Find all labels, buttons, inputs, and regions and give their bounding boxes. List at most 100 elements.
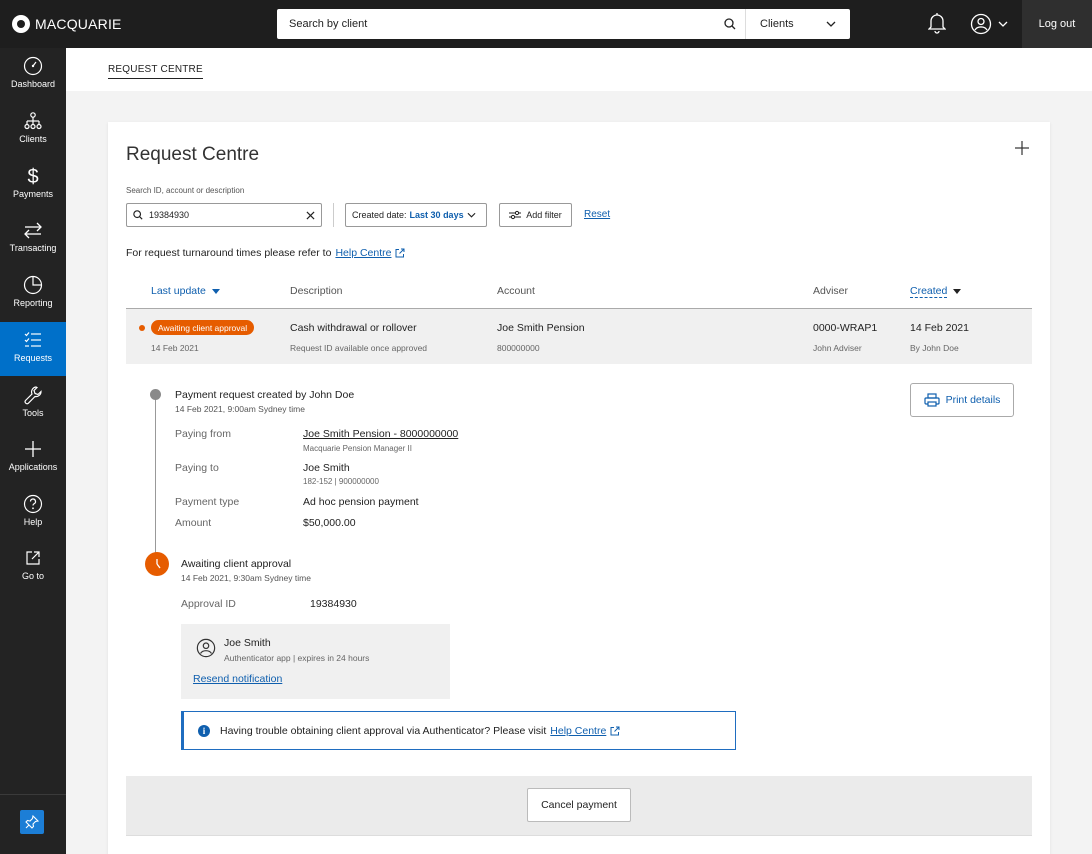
event-time: 14 Feb 2021, 9:30am Sydney time xyxy=(181,573,311,583)
paying-to-sub: 182-152 | 900000000 xyxy=(303,477,379,486)
column-header-last-update[interactable]: Last update xyxy=(151,285,220,297)
sidebar-item-help[interactable]: Help xyxy=(0,486,66,540)
print-details-label: Print details xyxy=(945,394,1001,406)
column-header-created[interactable]: Created xyxy=(910,285,962,298)
printer-icon xyxy=(923,393,940,407)
sidebar-nav: Dashboard Clients $ Payments Transacting… xyxy=(0,48,66,854)
external-link-icon[interactable] xyxy=(395,248,405,258)
request-search-input[interactable] xyxy=(149,210,306,220)
row-last-update: 14 Feb 2021 xyxy=(151,343,199,353)
sidebar-item-label: Go to xyxy=(21,571,44,581)
checklist-icon xyxy=(24,332,41,347)
info-text: Having trouble obtaining client approval… xyxy=(220,724,547,737)
status-badge: Awaiting client approval xyxy=(151,320,255,335)
logout-button[interactable]: Log out xyxy=(1022,0,1092,48)
sidebar-item-label: Help xyxy=(23,517,43,527)
approval-id-label: Approval ID xyxy=(181,598,236,610)
search-icon[interactable] xyxy=(715,9,745,39)
sidebar-item-transacting[interactable]: Transacting xyxy=(0,212,66,266)
amount-label: Amount xyxy=(175,517,212,529)
sidebar-item-applications[interactable]: Applications xyxy=(0,431,66,485)
created-date-filter[interactable]: Created date: Last 30 days xyxy=(345,203,487,227)
brand-name: MACQUARIE xyxy=(35,16,122,32)
timeline-dot xyxy=(150,389,161,400)
top-bar: MACQUARIE Clients Log out xyxy=(0,0,1092,48)
clients-icon xyxy=(24,112,42,130)
page-title: Request Centre xyxy=(126,144,260,165)
paying-to-value: Joe Smith xyxy=(303,462,350,474)
transfer-arrows-icon xyxy=(24,222,42,239)
sidebar-item-label: Requests xyxy=(13,353,53,363)
row-created: 14 Feb 2021 xyxy=(910,322,969,334)
row-account-sub: 800000000 xyxy=(497,343,540,353)
row-description-sub: Request ID available once approved xyxy=(290,343,428,353)
search-scope-value: Clients xyxy=(760,18,794,30)
sidebar-item-label: Tools xyxy=(22,408,44,418)
sidebar-item-label: Payments xyxy=(12,189,54,199)
clear-search-icon[interactable] xyxy=(306,210,315,220)
sidebar-item-label: Applications xyxy=(8,462,58,472)
event-title: Awaiting client approval xyxy=(181,558,292,570)
reset-filters-link[interactable]: Reset xyxy=(584,209,610,220)
column-header-label: Last update xyxy=(151,285,206,297)
plus-icon xyxy=(25,441,41,457)
search-field-label: Search ID, account or description xyxy=(126,186,245,195)
sidebar-item-tools[interactable]: Tools xyxy=(0,377,66,431)
pie-chart-icon xyxy=(23,275,43,295)
payment-type-value: Ad hoc pension payment xyxy=(303,496,419,508)
sidebar-item-label: Reporting xyxy=(13,298,53,308)
help-icon xyxy=(23,494,43,514)
user-menu[interactable] xyxy=(970,13,1008,35)
add-filter-button[interactable]: Add filter xyxy=(499,203,572,227)
row-adviser-sub: John Adviser xyxy=(813,343,862,353)
status-dot xyxy=(139,325,145,331)
table-row[interactable] xyxy=(126,309,1032,364)
info-help-centre-link[interactable]: Help Centre xyxy=(550,725,606,737)
sidebar-item-requests[interactable]: Requests xyxy=(0,322,66,376)
chevron-down-icon xyxy=(998,21,1008,27)
column-header-adviser: Adviser xyxy=(813,285,849,297)
resend-notification-link[interactable]: Resend notification xyxy=(193,673,282,685)
column-header-label: Created xyxy=(910,285,948,298)
sidebar-item-payments[interactable]: $ Payments xyxy=(0,158,66,212)
pin-icon xyxy=(25,815,39,829)
external-link-icon xyxy=(26,551,40,565)
date-filter-value: Last 30 days xyxy=(409,210,464,220)
approver-method: Authenticator app | expires in 24 hours xyxy=(224,653,370,663)
breadcrumb[interactable]: REQUEST CENTRE xyxy=(108,64,203,79)
add-request-plus-icon[interactable] xyxy=(1014,140,1030,156)
amount-value: $50,000.00 xyxy=(303,517,356,529)
table-row-divider xyxy=(126,835,1032,836)
add-filter-label: Add filter xyxy=(526,210,562,220)
sort-desc-icon xyxy=(211,288,220,294)
sidebar-item-reporting[interactable]: Reporting xyxy=(0,267,66,321)
sub-header: REQUEST CENTRE xyxy=(66,48,1092,91)
sidebar-item-clients[interactable]: Clients xyxy=(0,103,66,157)
event-title: Payment request created by John Doe xyxy=(175,389,355,401)
pin-sidebar-button[interactable] xyxy=(20,810,44,834)
paying-from-link[interactable]: Joe Smith Pension - 8000000000 xyxy=(303,428,458,440)
wrench-icon xyxy=(24,386,42,405)
row-adviser: 0000-WRAP1 xyxy=(813,322,878,334)
notifications-bell-icon[interactable] xyxy=(927,12,947,39)
dollar-icon: $ xyxy=(27,166,38,186)
svg-text:$: $ xyxy=(27,166,38,186)
date-filter-prefix: Created date: xyxy=(352,210,407,220)
print-details-button[interactable]: Print details xyxy=(910,383,1014,417)
external-link-icon[interactable] xyxy=(610,726,620,736)
request-centre-card: Request Centre Search ID, account or des… xyxy=(108,122,1050,854)
sidebar-item-dashboard[interactable]: Dashboard xyxy=(0,48,66,102)
macquarie-logo[interactable]: MACQUARIE xyxy=(12,15,122,33)
cancel-payment-button[interactable]: Cancel payment xyxy=(527,788,631,822)
filter-divider xyxy=(333,203,334,227)
user-avatar-icon xyxy=(970,13,992,35)
approver-name: Joe Smith xyxy=(224,637,271,649)
search-scope-select[interactable]: Clients xyxy=(746,9,850,39)
approval-id-value: 19384930 xyxy=(310,598,357,610)
row-account: Joe Smith Pension xyxy=(497,322,585,334)
help-centre-link[interactable]: Help Centre xyxy=(335,247,391,259)
client-search-input[interactable] xyxy=(277,18,715,30)
paying-from-label: Paying from xyxy=(175,428,232,440)
sidebar-item-goto[interactable]: Go to xyxy=(0,540,66,594)
search-icon xyxy=(133,210,143,220)
